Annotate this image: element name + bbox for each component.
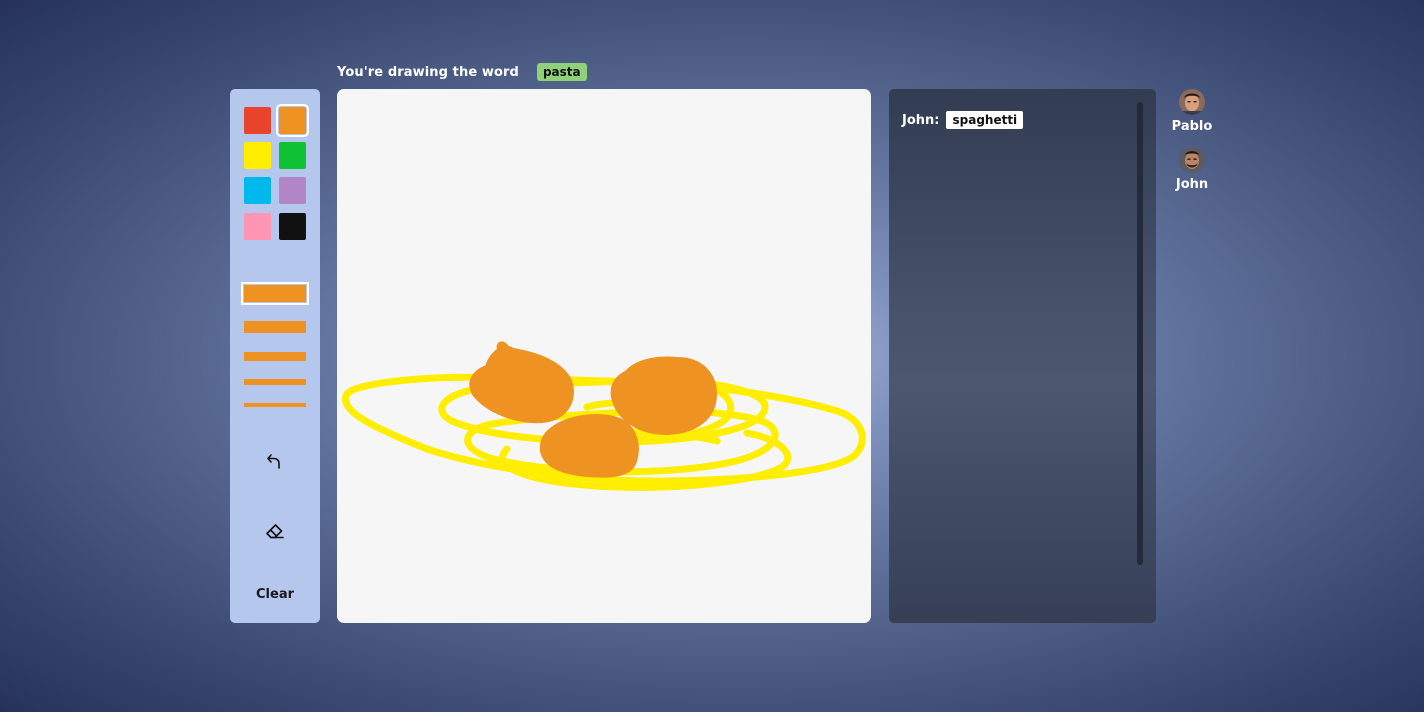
chat-message-author: John:: [902, 112, 940, 128]
color-swatch-black[interactable]: [279, 213, 306, 240]
eraser-button[interactable]: [260, 516, 290, 546]
chat-panel: John: spaghetti: [889, 89, 1156, 623]
player-pablo: Pablo: [1162, 89, 1222, 134]
eraser-icon: [266, 524, 284, 539]
color-swatch-purple[interactable]: [279, 177, 306, 204]
drawing-prompt: You're drawing the word pasta: [337, 62, 587, 82]
chat-message: John: spaghetti: [902, 111, 1024, 129]
avatar-john: [1179, 147, 1205, 173]
stroke-size-sm[interactable]: [244, 379, 306, 385]
prompt-text: You're drawing the word: [337, 64, 519, 80]
target-word-badge: pasta: [536, 63, 587, 81]
stroke-size-md[interactable]: [244, 352, 306, 361]
player-john: John: [1162, 147, 1222, 192]
color-swatch-yellow[interactable]: [244, 142, 271, 169]
player-name-john: John: [1175, 177, 1209, 192]
color-swatch-green[interactable]: [279, 142, 306, 169]
color-swatch-cyan[interactable]: [244, 177, 271, 204]
avatar-pablo: [1179, 89, 1205, 115]
clear-button[interactable]: Clear: [230, 587, 320, 602]
chat-message-text: spaghetti: [946, 111, 1024, 129]
color-swatch-pink[interactable]: [244, 213, 271, 240]
pasta-drawing: [342, 341, 866, 491]
stroke-size-xs[interactable]: [244, 403, 306, 407]
chat-scrollbar[interactable]: [1137, 102, 1143, 565]
player-name-pablo: Pablo: [1171, 119, 1213, 134]
color-swatch-orange[interactable]: [276, 104, 309, 137]
stroke-size-lg[interactable]: [244, 321, 306, 333]
color-swatch-red[interactable]: [244, 107, 271, 134]
drawing-canvas[interactable]: [337, 89, 871, 623]
undo-button[interactable]: [260, 446, 290, 476]
stroke-size-xl[interactable]: [241, 282, 309, 305]
undo-icon: [267, 454, 280, 469]
drawing-toolbar: Clear: [230, 89, 320, 623]
